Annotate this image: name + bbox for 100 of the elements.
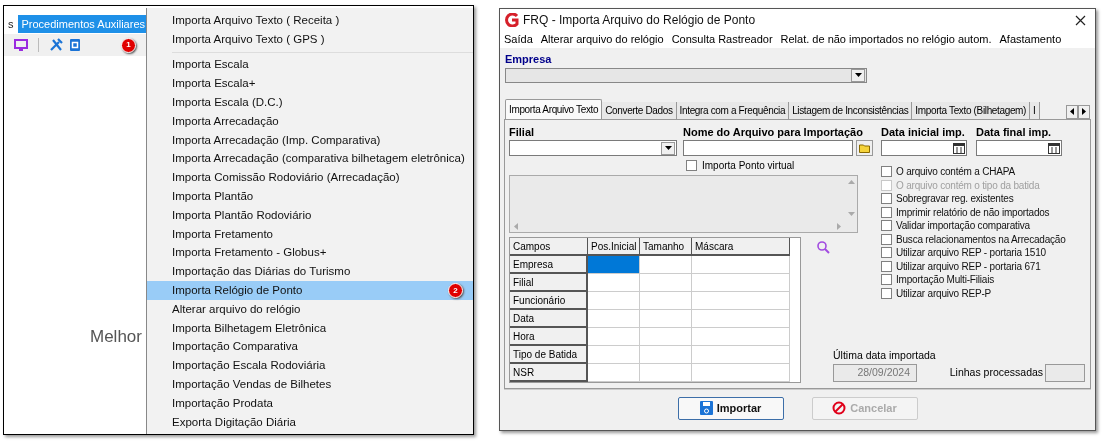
grid-cell[interactable] [588, 274, 640, 292]
checkbox-label: Utilizar arquivo REP - portaria 671 [896, 259, 1041, 274]
step-badge: 2 [448, 283, 463, 299]
menu-item[interactable]: Importa Plantão Rodoviário [147, 205, 473, 225]
dropdown-button[interactable] [661, 141, 675, 155]
menu-item[interactable]: Alterar arquivo do relógio [147, 299, 473, 319]
row-header: Empresa [510, 256, 588, 274]
grid-cell[interactable] [588, 256, 640, 274]
grid-cell[interactable] [640, 292, 692, 310]
menu-item[interactable]: Importa Arrecadação [147, 112, 473, 131]
monitor-icon[interactable] [14, 39, 28, 51]
menu-item[interactable]: Importa Arrecadação (comparativa bilhetagem eletrônica) [147, 149, 473, 169]
left-arrow-icon [1070, 108, 1074, 115]
grid-cell[interactable] [692, 256, 790, 274]
checkbox[interactable] [881, 274, 892, 286]
grid-cell[interactable] [692, 328, 790, 346]
menu-item[interactable]: Relat. de não importados no relógio autom. [780, 31, 992, 48]
checkbox[interactable] [881, 206, 892, 218]
grid-cell[interactable] [640, 346, 692, 364]
tab[interactable]: I [1030, 101, 1040, 119]
checkbox[interactable] [881, 193, 892, 205]
tab[interactable]: Importa Arquivo Texto [505, 98, 603, 119]
grid-cell[interactable] [692, 274, 790, 292]
menu-item[interactable]: Importa Arquivo Texto ( GPS ) [147, 29, 473, 49]
checkbox[interactable] [881, 233, 892, 245]
checkbox[interactable] [881, 220, 892, 232]
menu-item[interactable]: Importa Arquivo Texto ( Receita ) [147, 11, 473, 30]
start-date-field[interactable] [881, 140, 967, 156]
grid-cell[interactable] [692, 292, 790, 310]
menu-item[interactable]: Importação Prodata [147, 393, 473, 413]
menu-item[interactable]: Importa Fretamento - Globus+ [147, 243, 473, 263]
menu-item[interactable]: Importação Comparativa [147, 337, 473, 357]
branch-combo[interactable] [509, 140, 677, 156]
menu-item[interactable]: Importa Escala+ [147, 74, 473, 94]
checkbox-label: Validar importação comparativa [896, 219, 1030, 234]
tab[interactable]: Listagem de Inconsistências [789, 101, 913, 119]
menu-item[interactable]: Importa Fretamento [147, 224, 473, 244]
browse-button[interactable] [856, 140, 873, 156]
checkbox[interactable] [881, 247, 892, 259]
menu-item[interactable]: Importação Escala Rodoviária [147, 356, 473, 376]
menu-item[interactable]: Importa Comissão Rodoviário (Arrecadação) [147, 168, 473, 188]
menu-item[interactable]: Saída [504, 31, 533, 48]
menu-item[interactable]: Importa Plantão [147, 187, 473, 206]
row-header: Tipo de Batida [510, 346, 588, 364]
end-date-field[interactable] [976, 140, 1062, 156]
last-import-date-field: 28/09/2024 [833, 363, 917, 382]
menu-item[interactable]: Alterar arquivo do relógio [540, 31, 664, 48]
tools-icon[interactable] [49, 38, 63, 52]
grid-cell[interactable] [588, 328, 640, 346]
checkbox[interactable] [881, 287, 892, 299]
tab-scroll-left-button[interactable] [1066, 104, 1078, 119]
document-icon[interactable] [69, 38, 81, 52]
calendar-icon[interactable] [953, 142, 965, 154]
menu-item[interactable]: Importa Escala (D.C.) [147, 93, 473, 112]
grid-cell[interactable] [640, 256, 692, 274]
import-button[interactable]: Importar [677, 396, 784, 420]
menu-tab[interactable]: s [4, 15, 18, 33]
app-logo-icon [505, 13, 519, 27]
menu-item[interactable]: Importa Relógio de Ponto 2 [147, 281, 473, 300]
file-name-field[interactable] [683, 140, 853, 156]
checkbox[interactable] [881, 260, 892, 272]
dropdown-button[interactable] [851, 68, 865, 82]
tab-scroll-right-button[interactable] [1078, 104, 1090, 119]
menu-item[interactable]: Importação das Diárias do Turismo [147, 262, 473, 282]
scroll-down-icon[interactable] [847, 212, 855, 216]
field-label: Empresa [505, 52, 553, 67]
calendar-icon[interactable] [1048, 142, 1060, 154]
grid-cell[interactable] [640, 310, 692, 328]
scroll-left-icon[interactable] [514, 222, 518, 230]
grid-cell[interactable] [588, 364, 640, 382]
grid-cell[interactable] [692, 346, 790, 364]
grid-cell[interactable] [640, 274, 692, 292]
menu-item[interactable]: Consulta Rastreador [671, 31, 773, 48]
column-header: Tamanho [640, 238, 692, 256]
tab[interactable]: Converte Dados [602, 101, 677, 119]
row-header: Data [510, 310, 588, 328]
checkbox-label: O arquivo contém a CHAPA [896, 165, 1015, 180]
tab[interactable]: Integra com a Frequência [676, 101, 790, 119]
grid-cell[interactable] [640, 364, 692, 382]
tab[interactable]: Importa Texto (Bilhetagem) [912, 101, 1031, 119]
scroll-up-icon[interactable] [847, 180, 855, 184]
menu-item[interactable]: Importa Escala [147, 55, 473, 75]
close-icon[interactable] [1075, 14, 1086, 26]
menu-item[interactable]: Afastamento [999, 31, 1062, 48]
grid-cell[interactable] [588, 346, 640, 364]
menu-item[interactable]: Importa Bilhetagem Eletrônica [147, 318, 473, 338]
checkbox[interactable] [881, 166, 892, 178]
checkbox[interactable] [686, 160, 697, 171]
scroll-right-icon[interactable] [837, 222, 841, 230]
window-title: FRQ - Importa Arquivo do Relógio de Ponto [523, 12, 756, 29]
menu-item[interactable]: Importa Arrecadação (Imp. Comparativa) [147, 130, 473, 150]
grid-cell[interactable] [640, 328, 692, 346]
grid-cell[interactable] [692, 364, 790, 382]
grid-cell[interactable] [692, 310, 790, 328]
grid-cell[interactable] [588, 292, 640, 310]
menu-item[interactable]: Exporta Digitação Diária [147, 412, 473, 432]
menu-item[interactable]: Importação Vendas de Bilhetes [147, 375, 473, 394]
search-icon[interactable] [817, 241, 830, 254]
grid-cell[interactable] [588, 310, 640, 328]
prohibited-icon [832, 401, 847, 416]
